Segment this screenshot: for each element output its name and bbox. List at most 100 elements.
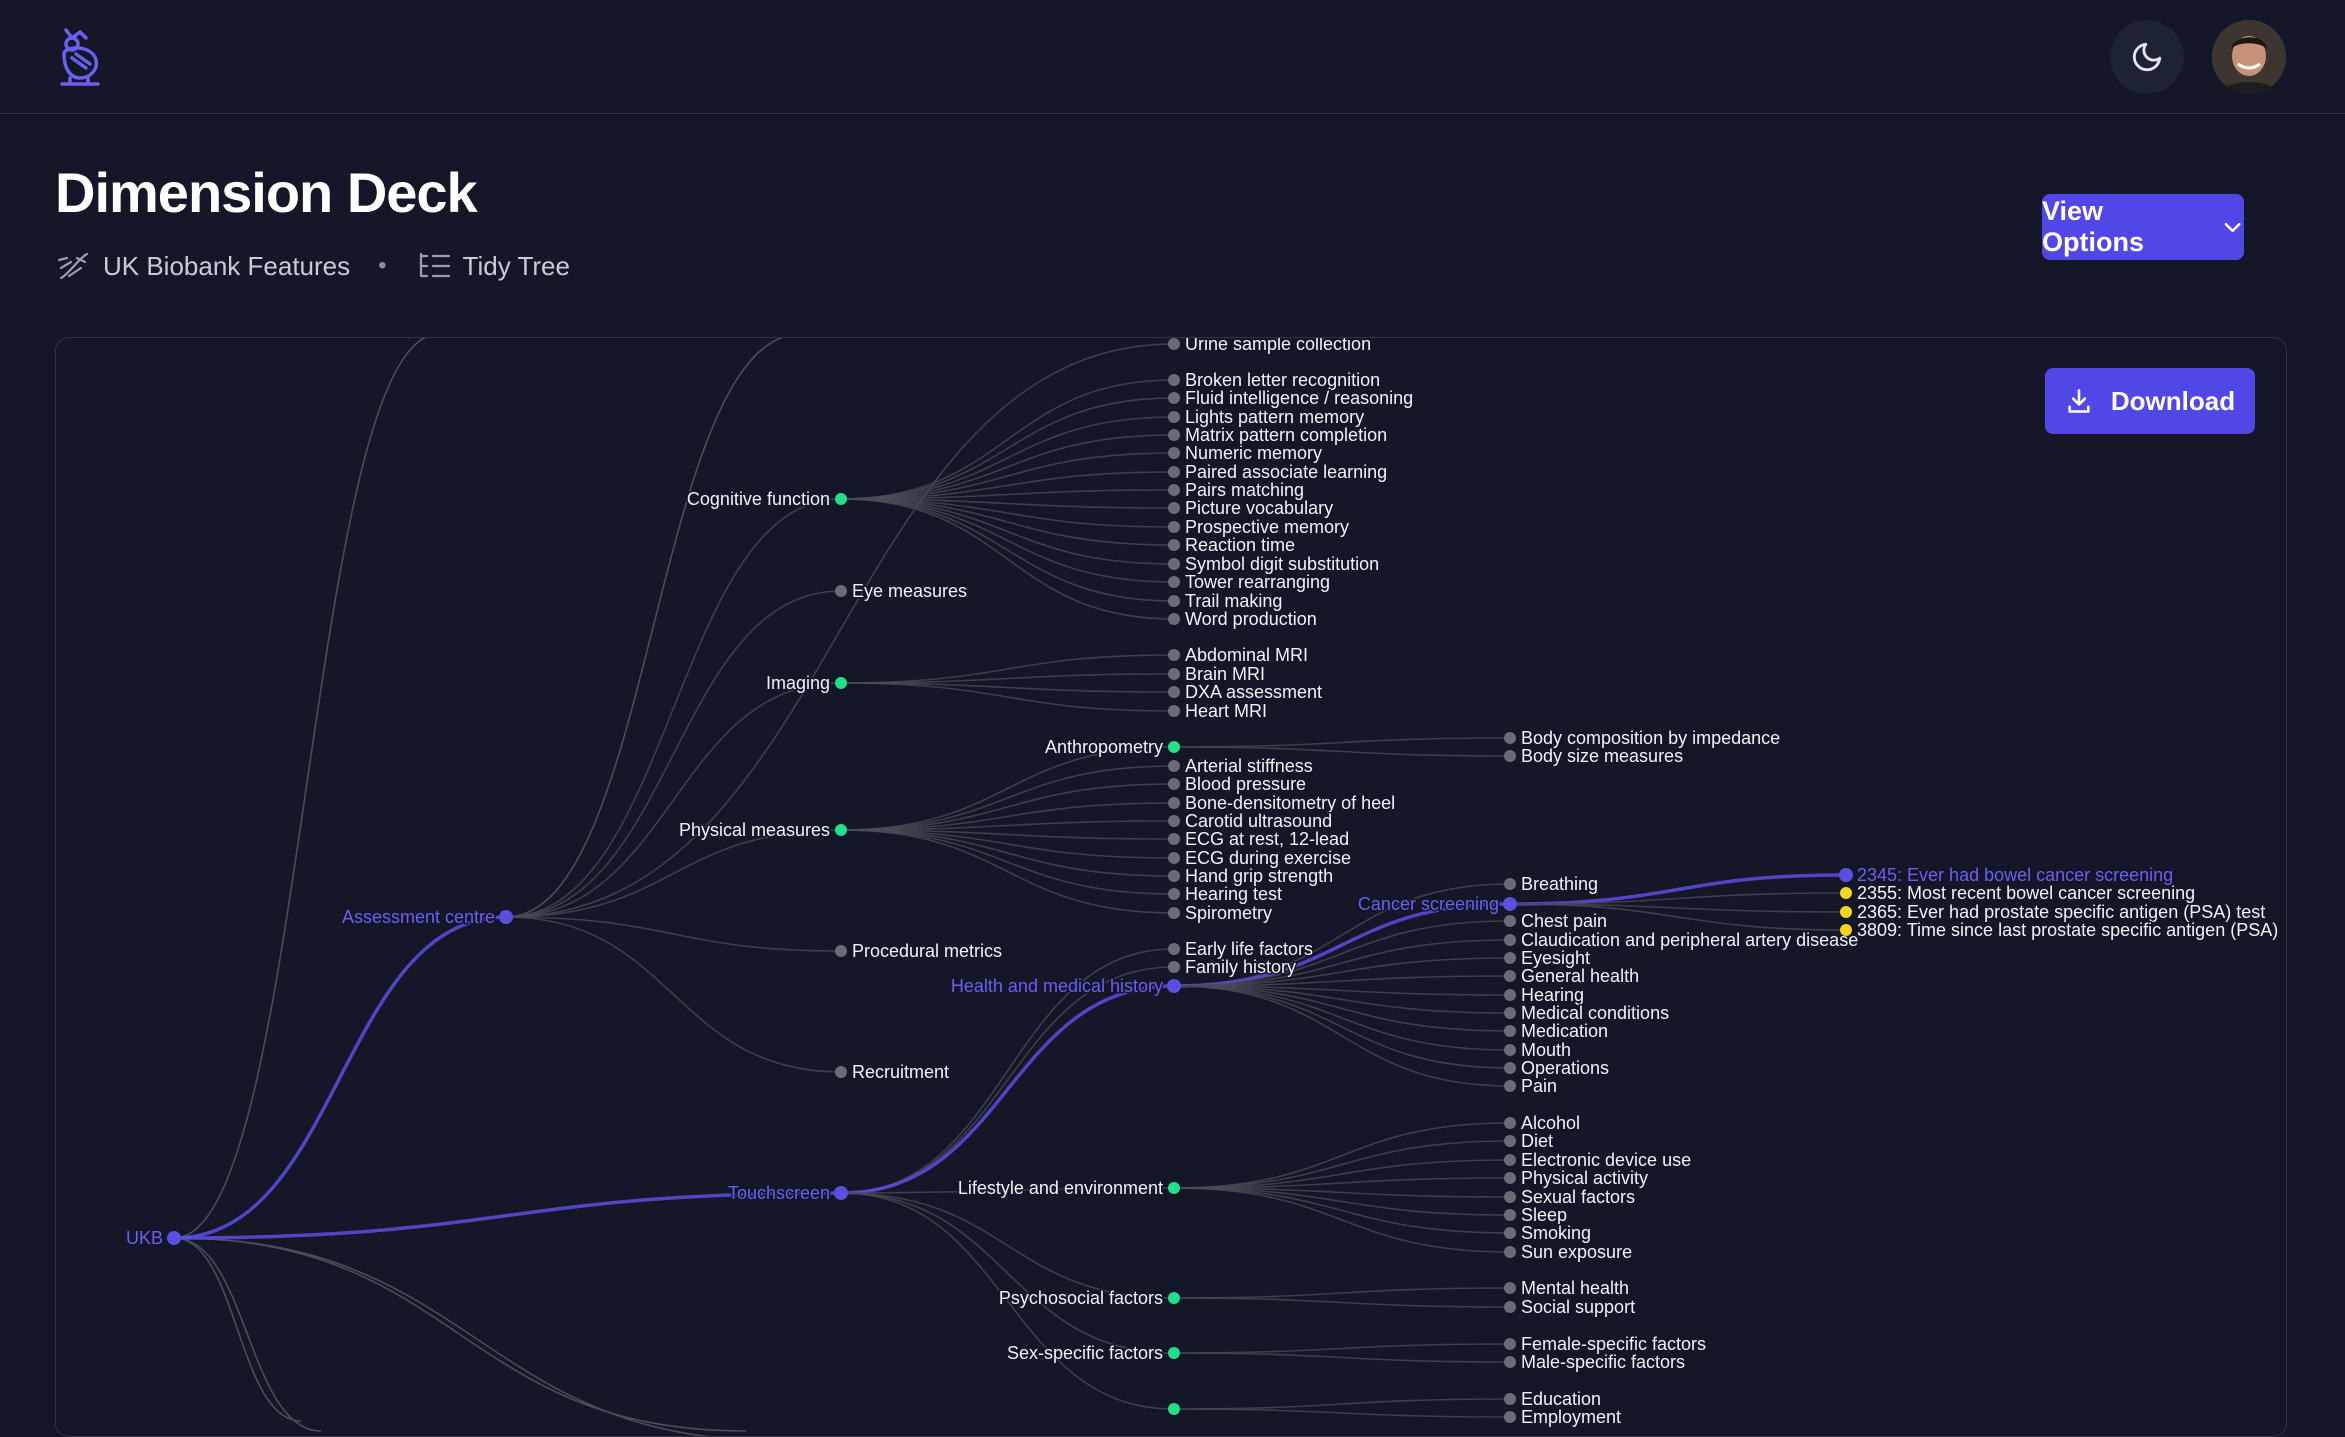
tree-node-label[interactable]: Word production bbox=[1184, 608, 1319, 631]
tree-node-dot[interactable] bbox=[1504, 1135, 1516, 1147]
tree-node-dot[interactable] bbox=[1504, 1411, 1516, 1423]
tree-node-dot[interactable] bbox=[1167, 979, 1181, 993]
tree-node-pm9[interactable]: Spirometry bbox=[1168, 902, 1274, 925]
tree-node-dot[interactable] bbox=[1504, 1282, 1516, 1294]
tree-node-label[interactable]: Sun exposure bbox=[1520, 1241, 1634, 1264]
tree-node-label[interactable]: Sleep bbox=[1520, 1204, 1569, 1227]
tree-node-dot[interactable] bbox=[1168, 447, 1180, 459]
tree-node-soc[interactable] bbox=[1168, 1403, 1180, 1415]
tree-node-label[interactable]: Sex-specific factors bbox=[1005, 1342, 1164, 1365]
tree-node-dot[interactable] bbox=[1504, 989, 1516, 1001]
tree-node-label[interactable]: Anthropometry bbox=[1043, 736, 1164, 759]
tree-node-dot[interactable] bbox=[1168, 1347, 1180, 1359]
tree-node-cf8[interactable]: Picture vocabulary bbox=[1168, 497, 1335, 520]
tree-node-so1[interactable]: Education bbox=[1504, 1388, 1603, 1411]
tree-node-dot[interactable] bbox=[1168, 558, 1180, 570]
tree-node-pm4[interactable]: Carotid ultrasound bbox=[1168, 810, 1334, 833]
tree-node-label[interactable]: Recruitment bbox=[851, 1061, 951, 1084]
tree-node-h1[interactable]: Chest pain bbox=[1504, 910, 1609, 933]
tree-node-dot[interactable] bbox=[1504, 1117, 1516, 1129]
tree-node-label[interactable]: Hearing test bbox=[1184, 883, 1284, 906]
tree-node-dot[interactable] bbox=[1504, 732, 1516, 744]
tree-node-label[interactable]: 2345: Ever had bowel cancer screening bbox=[1856, 864, 2175, 887]
tree-node-label[interactable]: 3809: Time since last prostate specific … bbox=[1856, 919, 2280, 942]
tree-node-label[interactable]: Imaging bbox=[764, 672, 831, 695]
tree-node-an1[interactable]: Body composition by impedance bbox=[1504, 727, 1782, 750]
tree-node-dot[interactable] bbox=[1168, 833, 1180, 845]
tree-node-label[interactable]: Female-specific factors bbox=[1520, 1333, 1708, 1356]
tree-node-label[interactable]: Assessment centre bbox=[340, 906, 496, 929]
tree-node-label[interactable]: Cognitive function bbox=[685, 488, 831, 511]
tree-node-dot[interactable] bbox=[1168, 888, 1180, 900]
tree-node-dot[interactable] bbox=[1168, 338, 1180, 350]
tree-node-label[interactable]: Sexual factors bbox=[1520, 1186, 1637, 1209]
tree-node-hmh[interactable]: Health and medical history bbox=[949, 975, 1181, 998]
tree-node-dot[interactable] bbox=[1168, 686, 1180, 698]
tree-node-h4[interactable]: General health bbox=[1504, 965, 1641, 988]
tree-node-label[interactable]: Physical measures bbox=[677, 819, 831, 842]
tree-node-dot[interactable] bbox=[1168, 1182, 1180, 1194]
tree-node-ts[interactable]: Touchscreen bbox=[726, 1182, 848, 1205]
breadcrumb-dataset[interactable]: UK Biobank Features bbox=[103, 251, 350, 282]
tree-node-label[interactable]: Alcohol bbox=[1520, 1112, 1582, 1135]
tree-node-ukb[interactable]: UKB bbox=[124, 1227, 181, 1250]
tree-node-label[interactable]: Hearing bbox=[1520, 984, 1586, 1007]
tree-node-cf7[interactable]: Pairs matching bbox=[1168, 479, 1306, 502]
tree-node-img1[interactable]: Abdominal MRI bbox=[1168, 644, 1310, 667]
download-button[interactable]: Download bbox=[2045, 368, 2255, 434]
tree-node-le8[interactable]: Sun exposure bbox=[1504, 1241, 1634, 1264]
tree-node-dot[interactable] bbox=[1504, 1246, 1516, 1258]
tree-node-dot[interactable] bbox=[1840, 906, 1852, 918]
tree-node-le7[interactable]: Smoking bbox=[1504, 1222, 1593, 1245]
tree-node-dot[interactable] bbox=[1168, 576, 1180, 588]
tree-node-label[interactable]: Numeric memory bbox=[1184, 442, 1324, 465]
tree-node-dot[interactable] bbox=[1504, 952, 1516, 964]
tree-node-h2[interactable]: Claudication and peripheral artery disea… bbox=[1504, 929, 1860, 952]
tree-node-label[interactable]: Medication bbox=[1520, 1020, 1610, 1043]
tree-node-h8[interactable]: Mouth bbox=[1504, 1039, 1573, 1062]
tree-node-rec[interactable]: Recruitment bbox=[835, 1061, 951, 1084]
tree-node-dot[interactable] bbox=[1168, 521, 1180, 533]
tree-node-dot[interactable] bbox=[1168, 392, 1180, 404]
avatar[interactable] bbox=[2212, 20, 2286, 94]
tree-node-dot[interactable] bbox=[835, 585, 847, 597]
tree-node-label[interactable]: Male-specific factors bbox=[1520, 1351, 1687, 1374]
tree-node-dot[interactable] bbox=[1168, 429, 1180, 441]
tree-node-cf3[interactable]: Lights pattern memory bbox=[1168, 406, 1366, 429]
tree-node-le1[interactable]: Alcohol bbox=[1504, 1112, 1582, 1135]
tree-node-cs3[interactable]: 2365: Ever had prostate specific antigen… bbox=[1840, 901, 2267, 924]
tree-node-label[interactable]: Social support bbox=[1520, 1296, 1637, 1319]
tree-node-label[interactable]: Touchscreen bbox=[726, 1182, 831, 1205]
tree-node-dot[interactable] bbox=[1168, 797, 1180, 809]
tree-node-dot[interactable] bbox=[1168, 852, 1180, 864]
tree-node-label[interactable]: Prospective memory bbox=[1184, 516, 1351, 539]
tree-node-dot[interactable] bbox=[1504, 1393, 1516, 1405]
tree-node-sx2[interactable]: Male-specific factors bbox=[1504, 1351, 1687, 1374]
tree-node-h6[interactable]: Medical conditions bbox=[1504, 1002, 1671, 1025]
tree-node-le5[interactable]: Sexual factors bbox=[1504, 1186, 1637, 1209]
tree-node-cf2[interactable]: Fluid intelligence / reasoning bbox=[1168, 387, 1415, 410]
tree-node-label[interactable]: Early life factors bbox=[1184, 938, 1315, 961]
tree-node-ps1[interactable]: Mental health bbox=[1504, 1277, 1631, 1300]
tree-node-dot[interactable] bbox=[1168, 374, 1180, 386]
tree-node-dot[interactable] bbox=[1168, 539, 1180, 551]
tree-node-label[interactable]: Bone-densitometry of heel bbox=[1184, 792, 1397, 815]
tree-node-dot[interactable] bbox=[1168, 502, 1180, 514]
tree-node-h5[interactable]: Hearing bbox=[1504, 984, 1586, 1007]
tree-node-label[interactable]: ECG during exercise bbox=[1184, 847, 1353, 870]
tree-node-dot[interactable] bbox=[1168, 943, 1180, 955]
tree-node-cs2[interactable]: 2355: Most recent bowel cancer screening bbox=[1840, 882, 2197, 905]
tree-node-dot[interactable] bbox=[835, 677, 847, 689]
tree-node-sex[interactable]: Sex-specific factors bbox=[1005, 1342, 1180, 1365]
tree-node-label[interactable]: Physical activity bbox=[1520, 1167, 1650, 1190]
tree-node-label[interactable]: DXA assessment bbox=[1184, 681, 1324, 704]
tree-node-label[interactable]: Education bbox=[1520, 1388, 1603, 1411]
tree-node-img3[interactable]: DXA assessment bbox=[1168, 681, 1324, 704]
tree-node-label[interactable]: Matrix pattern completion bbox=[1184, 424, 1389, 447]
tree-node-proc[interactable]: Procedural metrics bbox=[835, 940, 1004, 963]
tree-node-h7[interactable]: Medication bbox=[1504, 1020, 1610, 1043]
tree-node-label[interactable]: Picture vocabulary bbox=[1184, 497, 1335, 520]
tree-node-label[interactable]: 2355: Most recent bowel cancer screening bbox=[1856, 882, 2197, 905]
tree-node-dot[interactable] bbox=[1504, 1356, 1516, 1368]
tree-node-label[interactable]: Chest pain bbox=[1520, 910, 1609, 933]
